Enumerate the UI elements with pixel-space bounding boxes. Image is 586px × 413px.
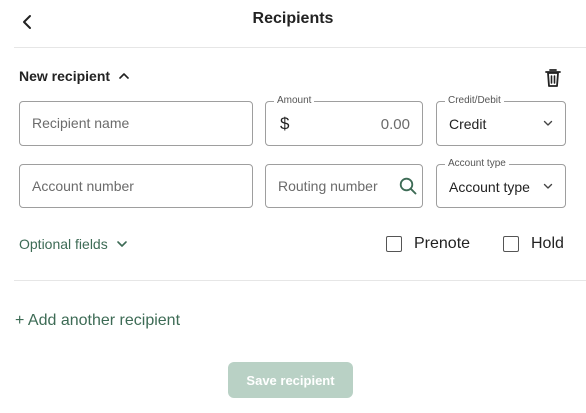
- routing-number-placeholder: Routing number: [278, 178, 378, 194]
- hold-checkbox[interactable]: [503, 236, 519, 252]
- recipient-name-field[interactable]: Recipient name: [19, 101, 253, 146]
- account-number-placeholder: Account number: [32, 178, 134, 194]
- amount-value: 0.00: [380, 116, 410, 133]
- search-icon[interactable]: [399, 177, 417, 195]
- prenote-label: Prenote: [414, 235, 471, 252]
- credit-debit-value: Credit: [449, 116, 487, 132]
- section-title: New recipient: [19, 68, 111, 84]
- chevron-down-icon: [543, 120, 553, 126]
- account-number-field[interactable]: Account number: [19, 164, 253, 208]
- add-another-recipient-link[interactable]: + Add another recipient: [15, 312, 180, 330]
- new-recipient-toggle[interactable]: New recipient: [19, 68, 130, 84]
- account-type-select[interactable]: Account type Account type: [436, 158, 566, 208]
- credit-debit-label: Credit/Debit: [445, 95, 504, 107]
- chevron-down-icon: [116, 241, 127, 247]
- header-divider: [14, 47, 586, 48]
- currency-symbol: $: [280, 114, 290, 133]
- optional-fields-toggle[interactable]: Optional fields: [19, 236, 128, 252]
- hold-checkbox-row[interactable]: Hold: [503, 235, 564, 253]
- trash-icon: [545, 69, 561, 87]
- amount-field[interactable]: Amount $ 0.00: [265, 95, 423, 146]
- chevron-up-icon: [119, 73, 129, 79]
- amount-label: Amount: [274, 95, 315, 107]
- account-type-label: Account type: [445, 158, 509, 170]
- account-type-value: Account type: [449, 179, 530, 195]
- routing-number-field[interactable]: Routing number: [265, 164, 423, 208]
- prenote-checkbox[interactable]: [386, 236, 402, 252]
- delete-recipient-button[interactable]: [541, 66, 565, 90]
- prenote-checkbox-row[interactable]: Prenote: [386, 235, 470, 253]
- page-title: Recipients: [252, 10, 334, 27]
- save-recipient-button[interactable]: Save recipient: [228, 362, 353, 398]
- chevron-down-icon: [543, 183, 553, 189]
- credit-debit-select[interactable]: Credit/Debit Credit: [436, 95, 566, 146]
- optional-fields-label: Optional fields: [19, 236, 108, 252]
- section-divider: [14, 280, 586, 281]
- hold-label: Hold: [531, 235, 564, 252]
- recipient-name-placeholder: Recipient name: [32, 115, 130, 131]
